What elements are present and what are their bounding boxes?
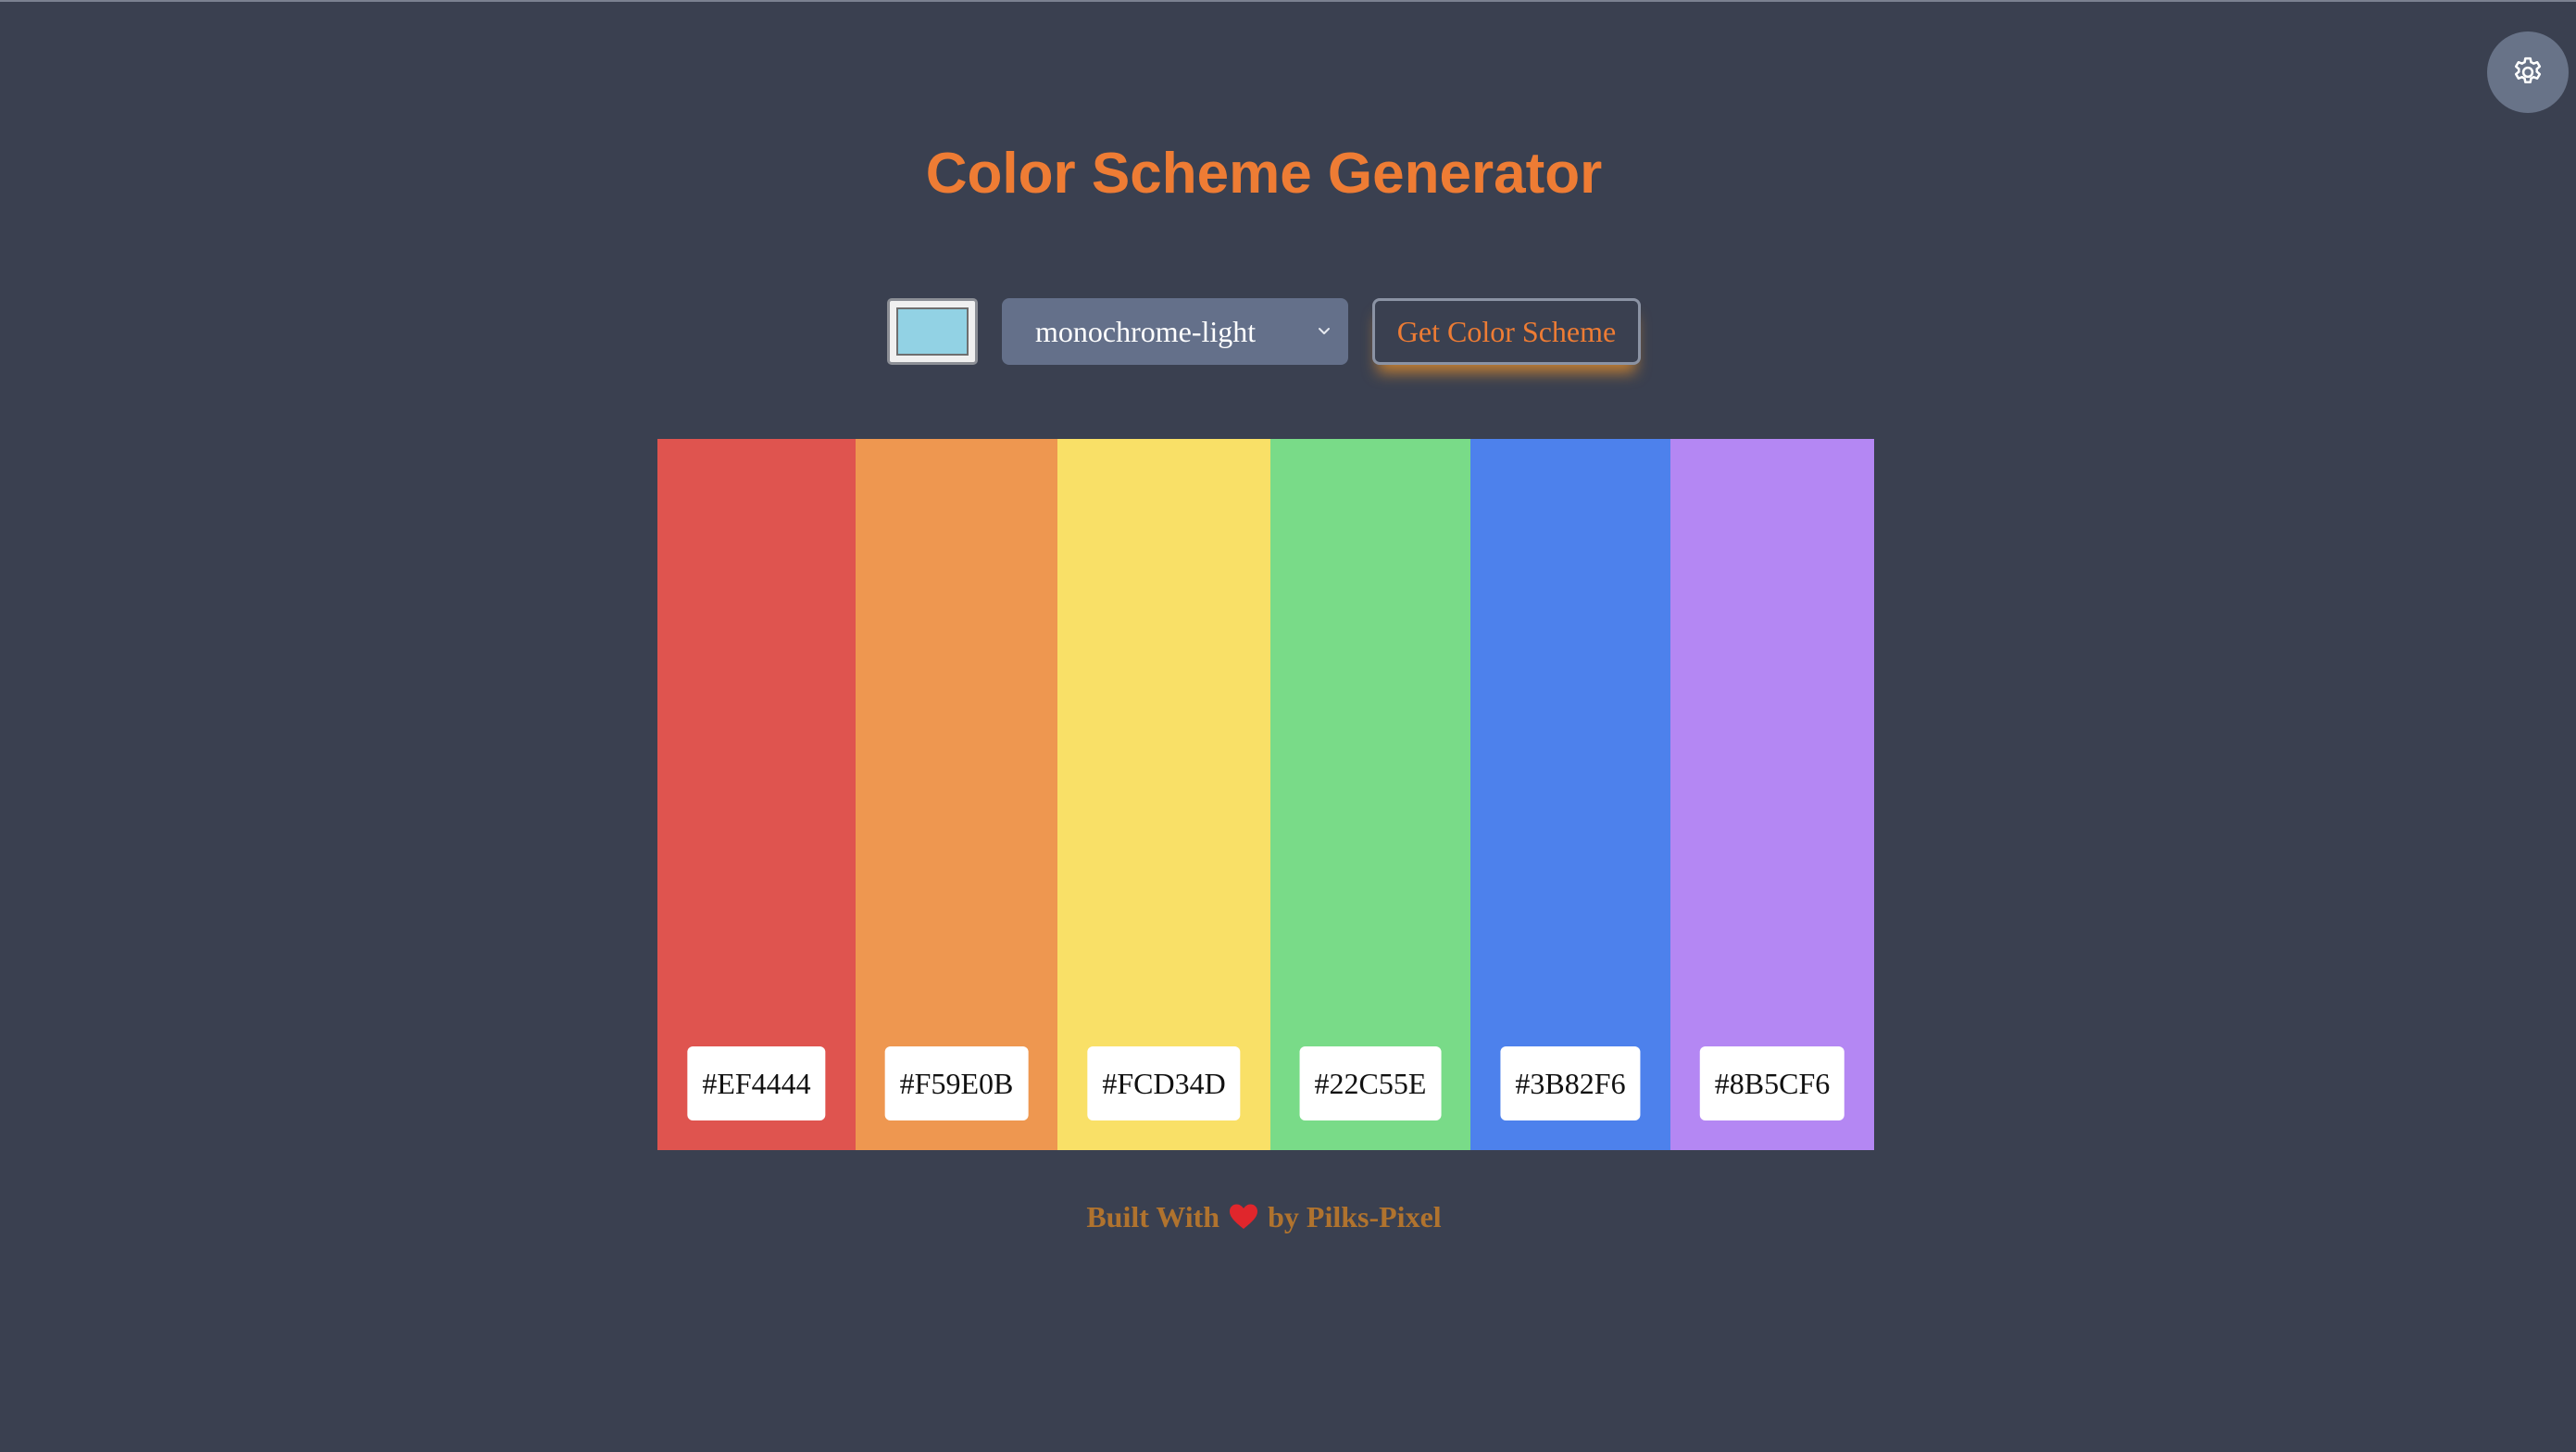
palette-stripe[interactable]: #22C55E [1270,439,1470,1150]
palette-stripe[interactable]: #8B5CF6 [1670,439,1874,1150]
page-title: Color Scheme Generator [925,142,1603,206]
hex-code-label[interactable]: #F59E0B [884,1046,1029,1120]
palette-stripe[interactable]: #F59E0B [856,439,1057,1150]
scheme-mode-value: monochrome-light [1035,314,1257,348]
footer-suffix: by Pilks-Pixel [1268,1200,1442,1233]
hex-code-label[interactable]: #3B82F6 [1500,1046,1641,1120]
hex-code-label[interactable]: #FCD34D [1087,1046,1241,1120]
seed-color-preview [896,307,969,356]
hex-code-label[interactable]: #EF4444 [687,1046,826,1120]
scheme-mode-select[interactable]: monochrome-light [1002,298,1348,365]
hex-code-label[interactable]: #22C55E [1299,1046,1442,1120]
seed-color-picker[interactable] [887,298,978,365]
heart-icon [1230,1204,1258,1229]
get-color-scheme-button[interactable]: Get Color Scheme [1372,298,1641,365]
settings-button[interactable] [2487,31,2569,113]
controls-bar: monochrome-light Get Color Scheme [887,298,1641,365]
top-border [0,0,2576,2]
palette-stripe[interactable]: #FCD34D [1057,439,1270,1150]
hex-code-label[interactable]: #8B5CF6 [1699,1046,1845,1120]
palette-stripe[interactable]: #EF4444 [657,439,856,1150]
footer-prefix: Built With [1086,1200,1220,1233]
palette-stripe[interactable]: #3B82F6 [1470,439,1670,1150]
color-palette: #EF4444 #F59E0B #FCD34D #22C55E #3B82F6 … [657,439,1874,1150]
chevron-down-icon [1319,328,1330,334]
gear-icon [2514,56,2542,84]
footer-credit: Built With by Pilks-Pixel [0,1196,2528,1237]
